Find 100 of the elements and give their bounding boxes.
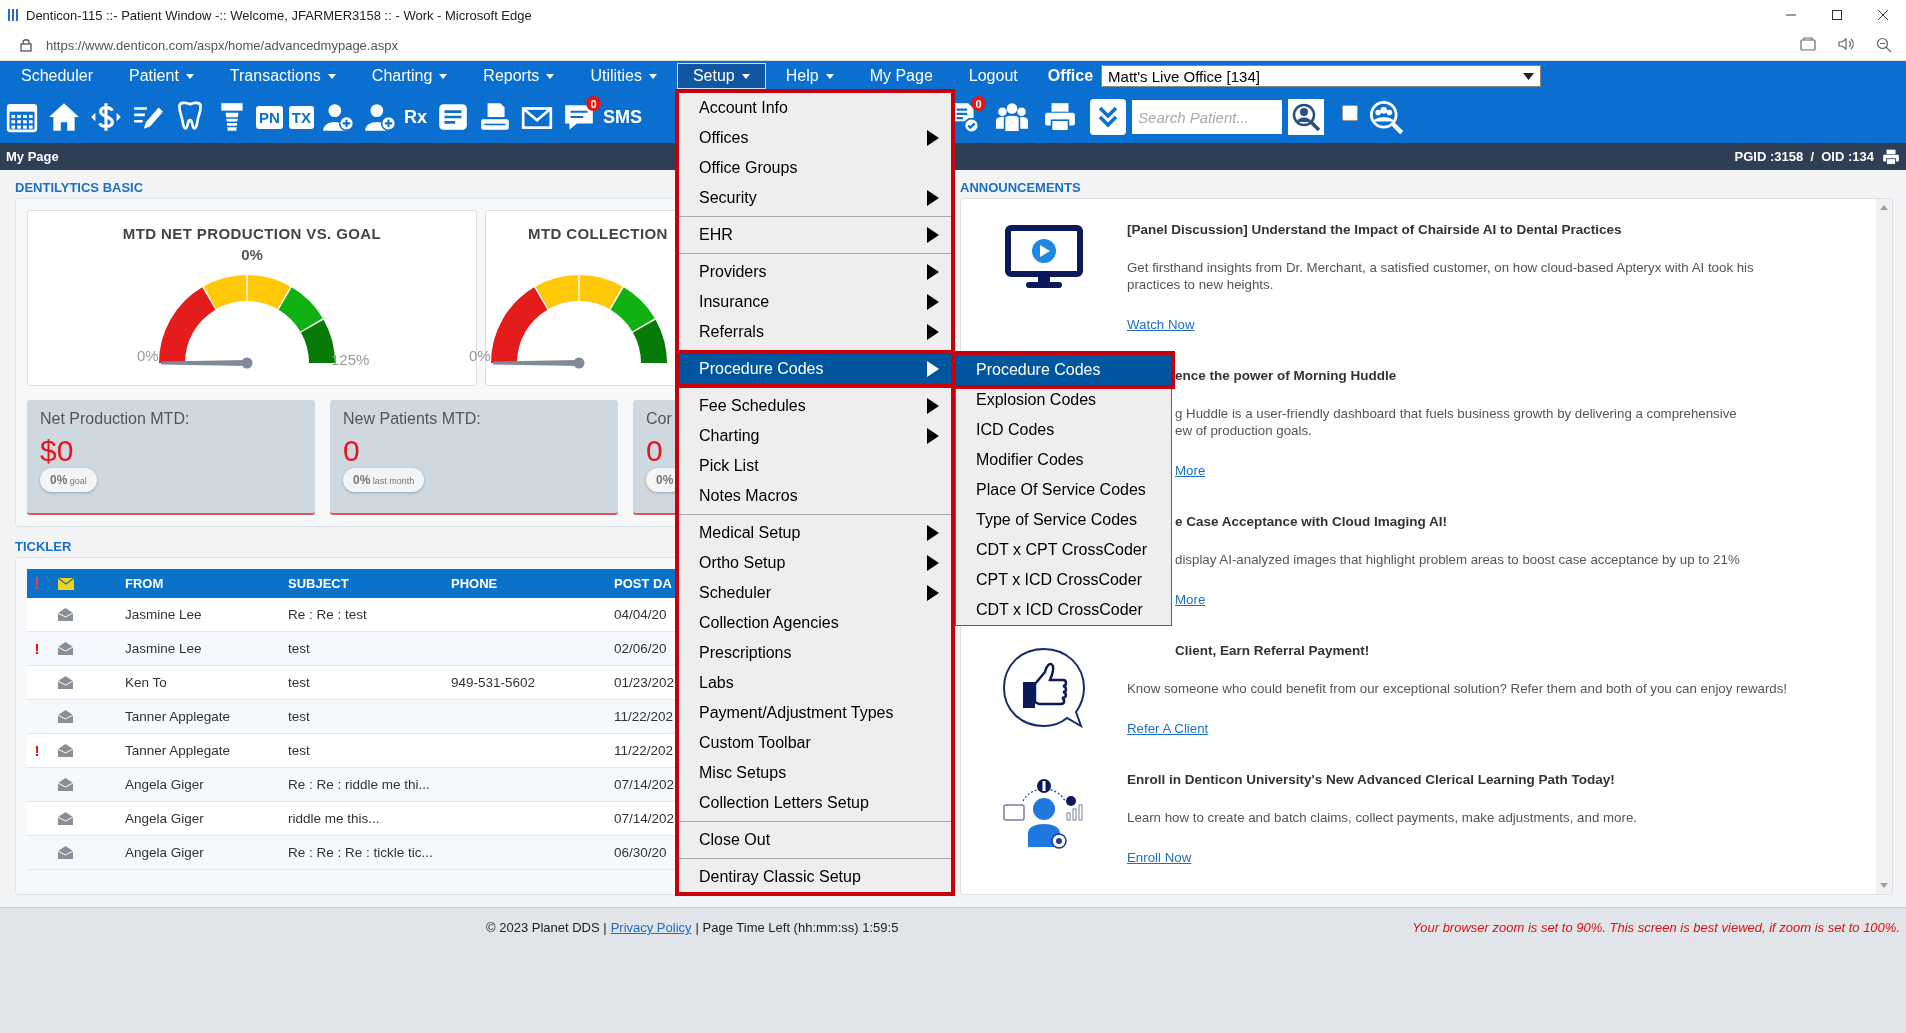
menu-item[interactable]: Office Groups: [679, 153, 951, 183]
menu-item[interactable]: Type of Service Codes: [956, 505, 1171, 535]
menu-item[interactable]: Referrals: [679, 317, 951, 347]
announcement-title: ence the power of Morning Huddle: [1174, 367, 1397, 385]
toolbar-button[interactable]: [1090, 99, 1127, 135]
announcement-text: ew of production goals.: [1174, 422, 1313, 439]
menu-item[interactable]: Security: [679, 183, 951, 213]
open-envelope-icon[interactable]: [58, 608, 73, 621]
table-cell-text: 11/22/202: [613, 709, 674, 724]
toolbar-button[interactable]: Rx: [404, 106, 428, 128]
dollar-icon[interactable]: [89, 100, 123, 134]
table-cell-text: Re : Re : Re : tickle tic...: [287, 845, 433, 860]
open-envelope-icon[interactable]: [58, 812, 73, 825]
menu-item[interactable]: Labs: [679, 668, 951, 698]
privacy-policy-link[interactable]: Privacy Policy: [610, 920, 692, 935]
maximize-icon[interactable]: [1831, 9, 1843, 21]
gauge-min-label: 0%: [469, 347, 491, 364]
read-aloud-icon[interactable]: [1838, 37, 1854, 51]
printer-icon[interactable]: [1882, 148, 1900, 165]
table-cell-text: test: [287, 675, 310, 690]
group-search-icon[interactable]: [1368, 99, 1405, 135]
checkbox[interactable]: [1342, 105, 1359, 121]
menu-item[interactable]: Insurance: [679, 287, 951, 317]
gauge-min-label: 0%: [137, 347, 159, 364]
stat-title: New Patients MTD:: [343, 410, 481, 428]
office-select[interactable]: Matt's Live Office [134]: [1101, 65, 1542, 87]
menu-item[interactable]: Scheduler: [679, 578, 951, 608]
column-header: POST DA: [613, 576, 672, 591]
table-cell-text: test: [287, 641, 310, 656]
nav-menu-item[interactable]: Patient: [113, 63, 210, 89]
notification-badge: 0: [971, 96, 987, 111]
section-heading: ANNOUNCEMENTS: [960, 180, 1082, 197]
nav-menu-item[interactable]: Scheduler: [5, 63, 110, 89]
open-envelope-icon[interactable]: [58, 710, 73, 723]
double-chevron-icon: [1098, 106, 1119, 128]
nav-menu-item[interactable]: Reports: [467, 63, 571, 89]
announcement-link[interactable]: Refer A Client: [1127, 721, 1209, 736]
open-envelope-icon[interactable]: [58, 846, 73, 859]
menu-item[interactable]: Offices: [679, 123, 951, 153]
nav-menu-item[interactable]: Logout: [952, 63, 1034, 89]
menu-item[interactable]: Prescriptions: [679, 638, 951, 668]
stat-title: Cor: [646, 410, 672, 428]
menu-item[interactable]: CDT x CPT CrossCoder: [956, 535, 1171, 565]
table-cell-text: test: [287, 709, 310, 724]
announcement-link[interactable]: Watch Now: [1127, 317, 1195, 332]
search-field[interactable]: Search Patient...: [1132, 100, 1283, 134]
menu-item[interactable]: CDT x ICD CrossCoder: [956, 595, 1171, 625]
nav-menu-item[interactable]: Setup: [676, 63, 766, 89]
search-patient-button[interactable]: [1288, 99, 1325, 135]
menu-item[interactable]: Payment/Adjustment Types: [679, 698, 951, 728]
menu-item[interactable]: CPT x ICD CrossCoder: [956, 565, 1171, 595]
table-cell-text: 949-531-5602: [450, 675, 536, 690]
menu-item[interactable]: Custom Toolbar: [679, 728, 951, 758]
open-envelope-icon[interactable]: [58, 778, 73, 791]
menu-item[interactable]: EHR: [679, 220, 951, 250]
table-cell-text: 02/06/20: [613, 641, 667, 656]
menu-item[interactable]: Charting: [679, 421, 951, 451]
announcement-link[interactable]: More: [1175, 592, 1206, 607]
gauge-max-label: 125%: [331, 351, 370, 368]
toolbar-button[interactable]: SMS: [603, 106, 643, 128]
announcement-link[interactable]: Enroll Now: [1127, 850, 1192, 865]
menu-item[interactable]: Collection Agencies: [679, 608, 951, 638]
menu-item[interactable]: ICD Codes: [956, 415, 1171, 445]
announcement-link[interactable]: More: [1175, 463, 1206, 478]
priority-column-header: !: [34, 573, 40, 594]
page-ids: PGID :3158 / OID :134: [1734, 149, 1874, 164]
menu-item[interactable]: Dentiray Classic Setup: [679, 862, 951, 892]
open-envelope-icon[interactable]: [58, 642, 73, 655]
open-envelope-icon[interactable]: [58, 676, 73, 689]
menu-item[interactable]: Close Out: [679, 825, 951, 855]
section-heading: DENTILYTICS BASIC: [15, 180, 145, 197]
menu-item[interactable]: Account Info: [679, 93, 951, 123]
menu-item[interactable]: Medical Setup: [679, 518, 951, 548]
menu-item[interactable]: Collection Letters Setup: [679, 788, 951, 818]
menu-item[interactable]: Misc Setups: [679, 758, 951, 788]
menu-item[interactable]: Place Of Service Codes: [956, 475, 1171, 505]
nav-menu-item[interactable]: My Page: [853, 63, 949, 89]
toolbar-button[interactable]: PN: [256, 105, 283, 129]
column-header: SUBJECT: [287, 576, 349, 591]
tab-icon[interactable]: [1800, 37, 1816, 51]
nav-menu-item[interactable]: Transactions: [213, 63, 352, 89]
nav-menu-item[interactable]: Charting: [355, 63, 464, 89]
table-cell-text: Re : Re : test: [287, 607, 367, 622]
menu-item[interactable]: Providers: [679, 257, 951, 287]
open-envelope-icon[interactable]: [58, 744, 73, 757]
menu-item[interactable]: Explosion Codes: [956, 385, 1171, 415]
announcement-title: Client, Earn Referral Payment!: [1174, 642, 1370, 660]
notification-badge: 0: [586, 96, 602, 111]
close-icon[interactable]: [1877, 9, 1889, 21]
stat-value: 0: [646, 434, 663, 468]
nav-menu-item[interactable]: Utilities: [574, 63, 673, 89]
nav-menu-item[interactable]: Help: [769, 63, 850, 89]
people-icon[interactable]: [995, 100, 1030, 134]
menu-item[interactable]: Fee Schedules: [679, 391, 951, 421]
menu-item[interactable]: Modifier Codes: [956, 445, 1171, 475]
announcement-title: [Panel Discussion] Understand the Impact of Chairside AI to Dental Practices: [1127, 221, 1622, 239]
announcement-text: display AI-analyzed images that highlight problem areas to boost case acceptance by up to 21%: [1174, 551, 1741, 568]
menu-item[interactable]: Ortho Setup: [679, 548, 951, 578]
zoom-out-icon[interactable]: [1876, 37, 1892, 53]
toolbar-button[interactable]: TX: [288, 105, 314, 129]
